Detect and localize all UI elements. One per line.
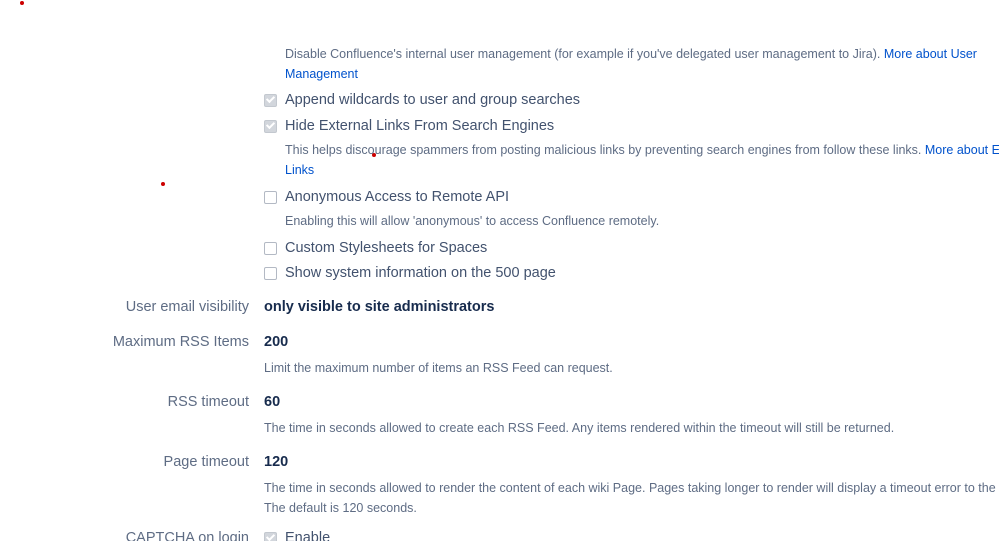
system-information-option[interactable]: Show system information on the 500 page [264,262,556,284]
captcha-enable-option[interactable]: Enable [264,527,330,541]
annotation-dot [161,182,165,186]
more-about-user-management-link[interactable]: More about User [884,47,977,61]
annotation-dot [20,1,24,5]
custom-stylesheets-label: Custom Stylesheets for Spaces [285,240,488,256]
anonymous-access-checkbox[interactable] [264,190,277,204]
page-timeout-default-description: The default is 120 seconds. [264,501,417,515]
maximum-rss-items-description: Limit the maximum number of items an RSS… [264,361,613,375]
confluence-security-settings-page: Disable Confluence's internal user manag… [0,0,999,541]
system-information-checkbox[interactable] [264,266,277,280]
append-wildcards-option[interactable]: Append wildcards to user and group searc… [264,89,580,111]
more-about-external-links-link[interactable]: More about Exter [925,143,999,157]
hide-external-links-label: Hide External Links From Search Engines [285,118,555,134]
user-management-description: Disable Confluence's internal user manag… [285,44,977,64]
custom-stylesheets-checkbox[interactable] [264,241,277,255]
hide-external-links-option[interactable]: Hide External Links From Search Engines [264,115,554,137]
append-wildcards-label: Append wildcards to user and group searc… [285,92,581,108]
page-timeout-label: Page timeout [163,454,249,470]
page-timeout-description: The time in seconds allowed to render th… [264,481,999,495]
captcha-enable-checkbox[interactable] [264,531,277,541]
maximum-rss-items-value: 200 [264,334,289,350]
hide-external-links-checkbox[interactable] [264,119,277,133]
user-email-visibility-label: User email visibility [125,299,249,315]
external-links-description-text: This helps discourage spammers from post… [285,143,922,157]
external-links-description: This helps discourage spammers from post… [285,140,999,160]
remote-api-description: Enabling this will allow 'anonymous' to … [285,214,660,228]
more-about-user-management-link-continued[interactable]: Management [285,64,358,84]
maximum-rss-items-label: Maximum RSS Items [112,334,249,350]
system-information-label: Show system information on the 500 page [285,265,556,281]
rss-timeout-label: RSS timeout [167,394,249,410]
append-wildcards-checkbox[interactable] [264,93,277,107]
custom-stylesheets-option[interactable]: Custom Stylesheets for Spaces [264,237,487,259]
captcha-on-login-label: CAPTCHA on login [125,530,249,541]
anonymous-access-label: Anonymous Access to Remote API [285,189,510,205]
user-email-visibility-value: only visible to site administrators [264,299,495,315]
rss-timeout-value: 60 [264,394,281,410]
rss-timeout-description: The time in seconds allowed to create ea… [264,421,895,435]
user-management-description-text: Disable Confluence's internal user manag… [285,47,881,61]
anonymous-access-option[interactable]: Anonymous Access to Remote API [264,186,509,208]
more-about-external-links-link-continued[interactable]: Links [285,160,314,180]
captcha-enable-label: Enable [285,530,331,541]
page-timeout-value: 120 [264,454,289,470]
